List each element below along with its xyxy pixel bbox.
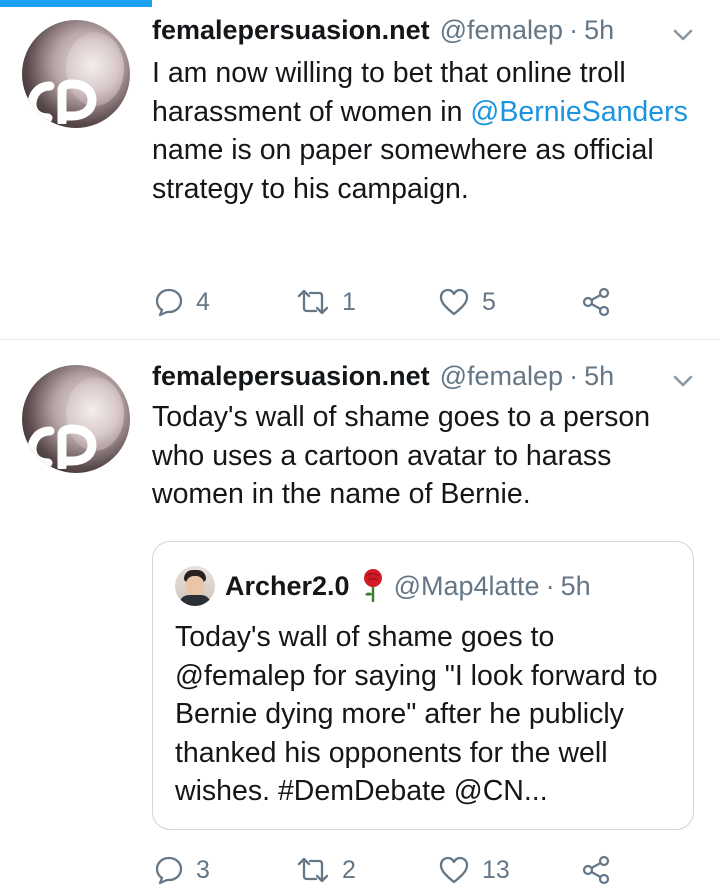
retweet-icon — [297, 289, 329, 315]
share-button[interactable] — [580, 282, 612, 322]
chevron-down-icon[interactable] — [670, 22, 696, 48]
rose-emoji-icon — [363, 569, 382, 602]
retweet-count: 1 — [342, 287, 356, 316]
separator: · — [569, 15, 579, 45]
tweet-text: I am now willing to bet that online trol… — [152, 54, 700, 208]
like-button[interactable]: 13 — [438, 850, 510, 890]
share-icon — [582, 287, 610, 317]
retweet-button[interactable]: 1 — [296, 282, 356, 322]
timestamp[interactable]: 5h — [584, 361, 614, 392]
like-button[interactable]: 5 — [438, 282, 496, 322]
mention-link[interactable]: @BernieSanders — [470, 96, 687, 128]
chevron-down-icon[interactable] — [670, 368, 696, 394]
retweet-count: 2 — [342, 855, 356, 884]
display-name[interactable]: femalepersuasion.net — [152, 15, 430, 46]
reply-icon — [155, 856, 183, 885]
logo-icon — [28, 79, 97, 124]
reply-count: 3 — [196, 855, 210, 884]
timestamp: 5h — [560, 570, 591, 601]
avatar[interactable] — [22, 365, 130, 473]
quoted-tweet-text: Today's wall of shame goes to @femalep f… — [175, 621, 658, 807]
avatar — [175, 566, 215, 606]
reply-count: 4 — [196, 287, 210, 316]
share-button[interactable] — [580, 850, 612, 890]
tweet-text: Today's wall of shame goes to a person w… — [152, 401, 651, 510]
tweet-divider — [0, 339, 720, 340]
tweet[interactable]: femalepersuasion.net @femalep · 5h I am … — [0, 0, 720, 340]
tweet-header: femalepersuasion.net @femalep · 5h — [152, 15, 614, 49]
avatar[interactable] — [22, 20, 130, 128]
tweet-actions: 3 2 13 — [152, 850, 622, 890]
separator: · — [569, 361, 579, 391]
timestamp[interactable]: 5h — [584, 15, 614, 46]
retweet-icon — [297, 857, 329, 883]
retweet-button[interactable]: 2 — [296, 850, 356, 890]
tweet-text-part: name is on paper somewhere as official s… — [152, 134, 654, 205]
display-name[interactable]: femalepersuasion.net — [152, 361, 430, 392]
tweet-actions: 4 1 5 — [152, 282, 622, 322]
share-icon — [582, 855, 610, 885]
quoted-tweet-header: Archer2.0 @Map4latte · 5h — [175, 564, 591, 608]
heart-icon — [439, 288, 469, 316]
like-count: 5 — [482, 287, 496, 316]
reply-icon — [155, 288, 183, 317]
reply-button[interactable]: 3 — [154, 850, 210, 890]
tweet-header: femalepersuasion.net @femalep · 5h — [152, 361, 614, 395]
display-name: Archer2.0 — [225, 570, 350, 601]
quoted-tweet[interactable]: Archer2.0 @Map4latte · 5h Today's wall o… — [152, 541, 694, 830]
heart-icon — [439, 856, 469, 884]
separator: · — [545, 570, 555, 601]
reply-button[interactable]: 4 — [154, 282, 210, 322]
username: @Map4latte — [393, 570, 540, 601]
like-count: 13 — [482, 855, 510, 884]
username[interactable]: @femalep — [440, 15, 563, 46]
username[interactable]: @femalep — [440, 361, 563, 392]
logo-icon — [28, 424, 97, 469]
